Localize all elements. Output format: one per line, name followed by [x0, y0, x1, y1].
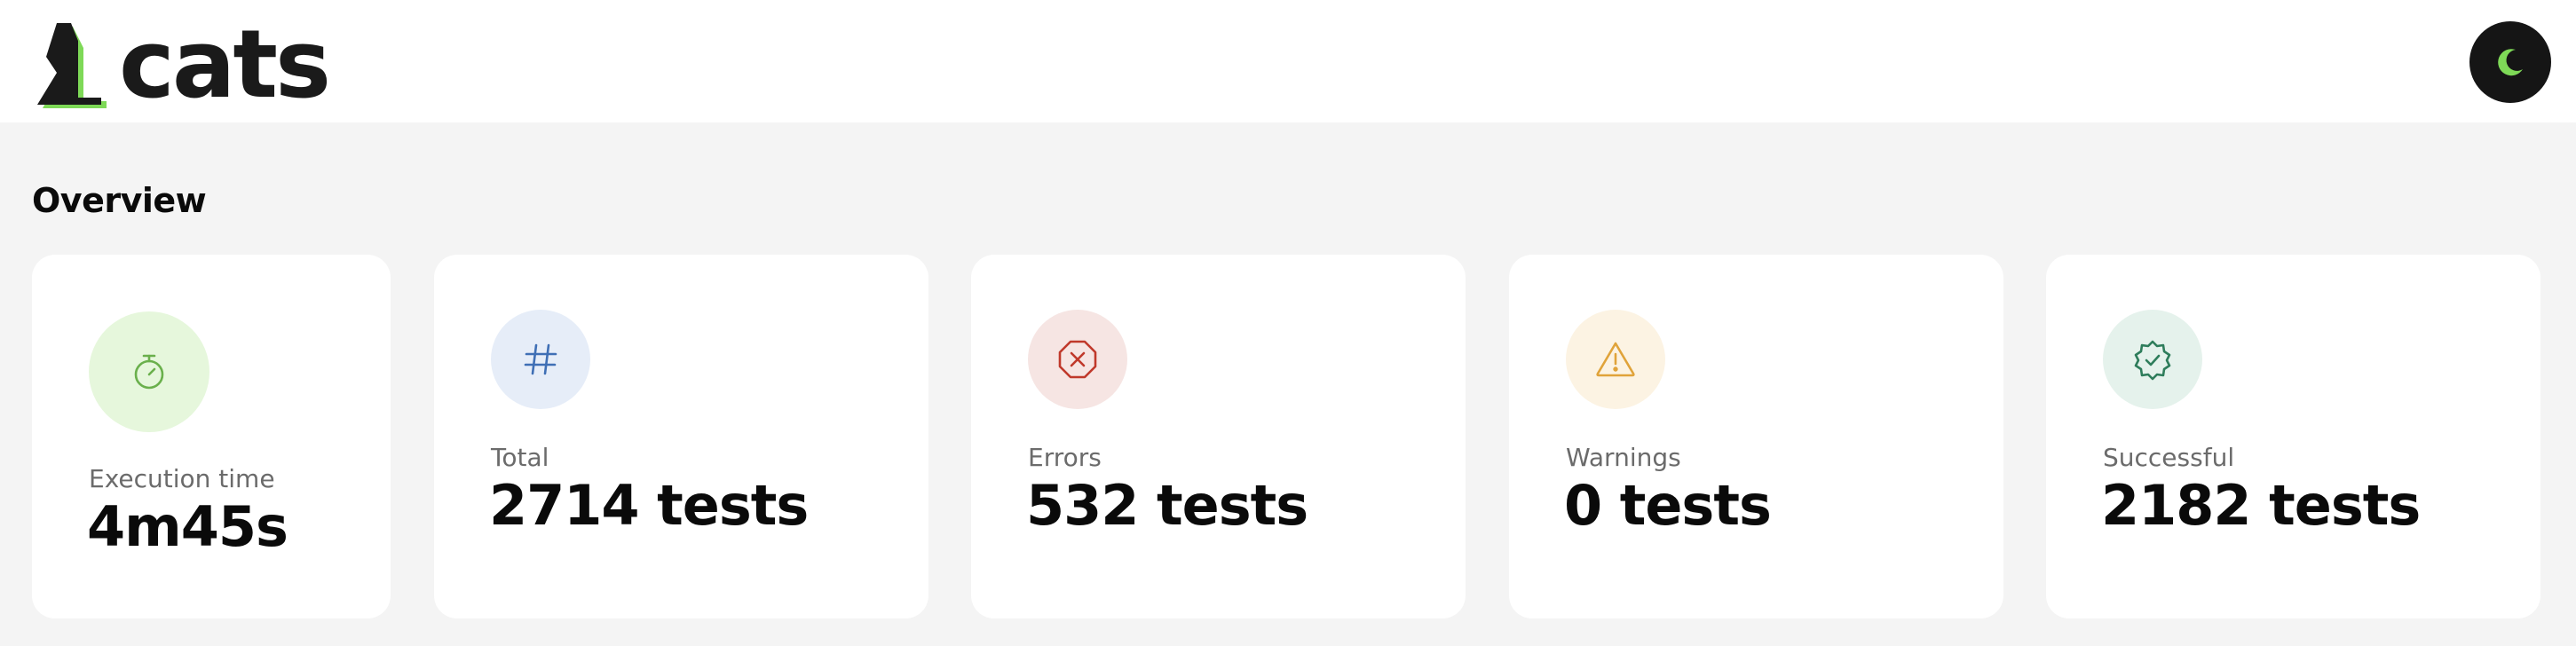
errors-label: Errors — [1028, 443, 1102, 472]
app-logo[interactable]: cats — [34, 18, 331, 112]
total-icon-badge — [491, 310, 590, 409]
warning-triangle-icon — [1596, 342, 1635, 377]
error-octagon-icon — [1058, 340, 1097, 379]
execution-time-icon-badge — [89, 311, 209, 432]
successful-icon-badge — [2103, 310, 2202, 409]
successful-value: 2182 tests — [2101, 473, 2421, 538]
verified-badge-icon — [2134, 340, 2171, 381]
moon-icon — [2498, 49, 2523, 76]
stopwatch-icon — [134, 354, 164, 390]
successful-label: Successful — [2103, 443, 2235, 472]
theme-toggle-button[interactable] — [2469, 21, 2551, 103]
app-logo-text: cats — [119, 10, 331, 119]
warnings-icon-badge — [1566, 310, 1665, 409]
warnings-label: Warnings — [1566, 443, 1681, 472]
cats-logo-icon — [37, 23, 107, 108]
successful-card[interactable]: Successful 2182 tests — [2046, 255, 2540, 618]
warnings-value: 0 tests — [1564, 473, 1772, 538]
execution-time-label: Execution time — [89, 464, 275, 493]
total-label: Total — [491, 443, 549, 472]
execution-time-value: 4m45s — [87, 494, 288, 559]
overview-title: Overview — [32, 181, 207, 220]
errors-icon-badge — [1028, 310, 1127, 409]
hash-icon — [524, 343, 557, 375]
errors-value: 532 tests — [1026, 473, 1308, 538]
execution-time-card: Execution time 4m45s — [32, 255, 391, 618]
total-value: 2714 tests — [489, 473, 809, 538]
app-header: cats — [0, 0, 2576, 122]
total-tests-card: Total 2714 tests — [434, 255, 928, 618]
warnings-card[interactable]: Warnings 0 tests — [1509, 255, 2003, 618]
errors-card[interactable]: Errors 532 tests — [971, 255, 1466, 618]
